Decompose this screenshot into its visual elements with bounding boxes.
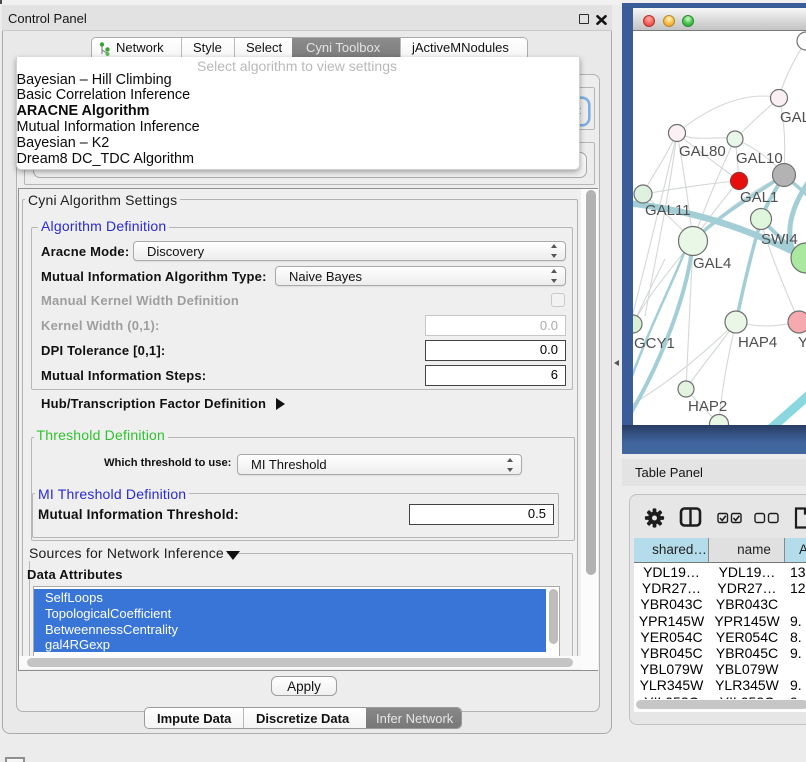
svg-text:GAL1: GAL1 <box>740 189 778 206</box>
svg-text:GCY1: GCY1 <box>634 335 675 352</box>
svg-text:HAP2: HAP2 <box>688 398 727 415</box>
svg-text:GAL11: GAL11 <box>645 202 691 219</box>
svg-text:GAL10: GAL10 <box>736 150 783 167</box>
svg-text:SWI4: SWI4 <box>761 231 798 248</box>
svg-text:HAP4: HAP4 <box>738 334 777 351</box>
svg-text:GAL80: GAL80 <box>679 143 726 160</box>
svg-text:GAL4: GAL4 <box>693 255 731 272</box>
svg-text:GAL2: GAL2 <box>780 109 806 126</box>
svg-text:Y: Y <box>798 334 806 351</box>
